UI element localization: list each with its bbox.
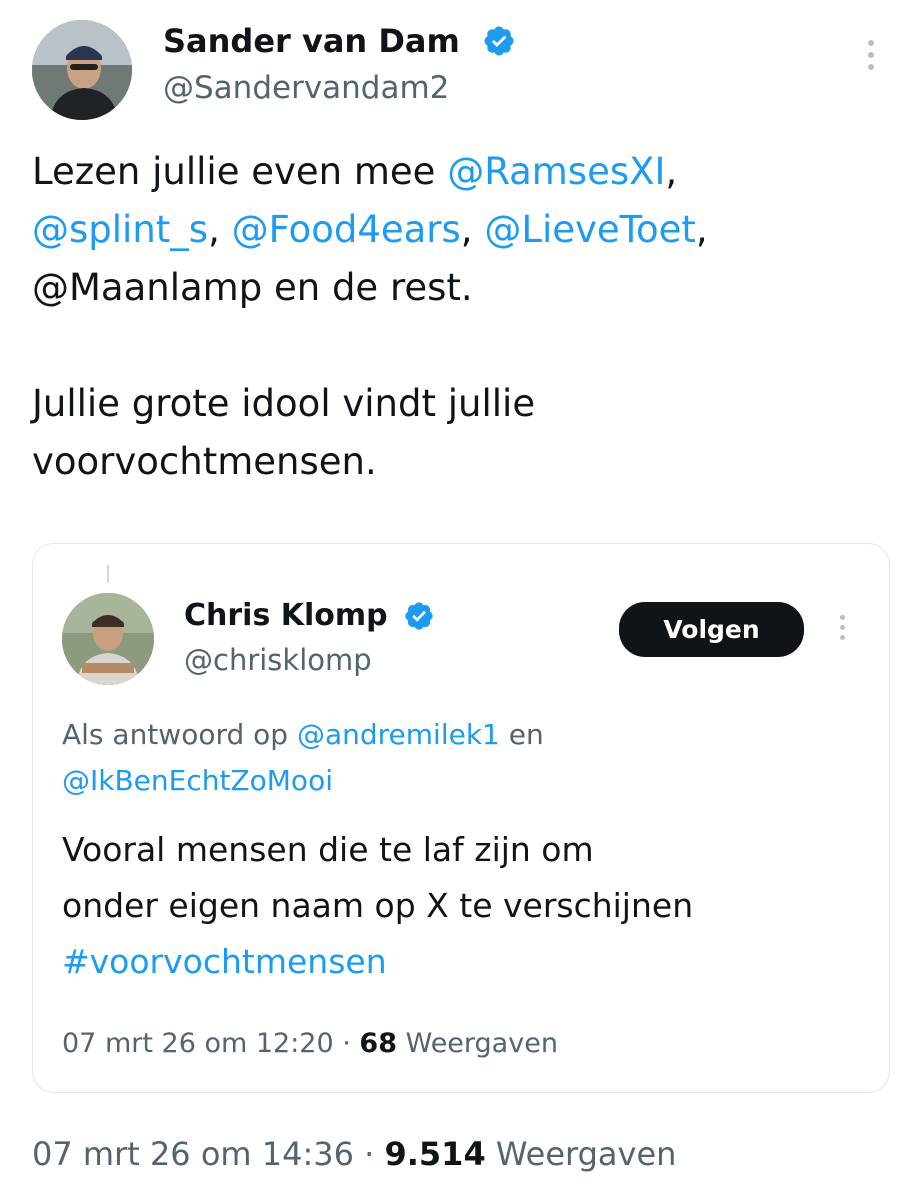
- quoted-author-avatar[interactable]: [62, 593, 154, 685]
- avatar-photo: [62, 593, 154, 685]
- meta-separator: ·: [353, 1135, 385, 1173]
- reply-context-line-2: @IkBenEchtZoMooi: [62, 758, 862, 804]
- reply-and: en: [499, 718, 544, 751]
- tweet-text-segment: Lezen jullie even mee: [32, 150, 448, 193]
- quoted-tweet-text: Vooral mensen die te laf zijn om onder e…: [62, 822, 872, 990]
- quoted-author-name[interactable]: Chris Klomp: [184, 596, 388, 636]
- tweet-line-5: voorvochtmensen.: [32, 440, 377, 483]
- author-avatar[interactable]: [32, 20, 132, 120]
- author-handle[interactable]: @Sandervandam2: [163, 67, 449, 109]
- tweet-line-3: @Maanlamp en de rest.: [32, 266, 473, 309]
- tweet-text-segment: ,: [665, 150, 678, 193]
- mention-link[interactable]: @IkBenEchtZoMooi: [62, 764, 333, 797]
- mention-link[interactable]: @splint_s: [32, 208, 208, 251]
- author-name[interactable]: Sander van Dam: [163, 20, 460, 62]
- more-vertical-icon[interactable]: [836, 615, 848, 645]
- tweet-line-1: Lezen jullie even mee @RamsesXI,: [32, 143, 892, 201]
- quoted-tweet-meta: 07 mrt 26 om 12:20 · 68 Weergaven: [62, 1024, 558, 1064]
- hashtag-link[interactable]: #voorvochtmensen: [62, 934, 872, 990]
- reply-prefix: Als antwoord op: [62, 718, 297, 751]
- mention-link[interactable]: @andremilek1: [297, 718, 500, 751]
- reply-context-line-1: Als antwoord op @andremilek1 en: [62, 712, 862, 758]
- thread-connector-line: [107, 565, 109, 583]
- reply-context: Als antwoord op @andremilek1 en @IkBenEc…: [62, 712, 862, 804]
- tweet-views-count: 9.514: [384, 1135, 486, 1173]
- tweet-text-segment: ,: [695, 208, 708, 251]
- quoted-text-line-1: Vooral mensen die te laf zijn om: [62, 830, 594, 869]
- tweet-meta: 07 mrt 26 om 14:36 · 9.514 Weergaven: [32, 1131, 676, 1177]
- tweet-text-segment: ,: [460, 208, 485, 251]
- mention-link[interactable]: @RamsesXI: [447, 150, 665, 193]
- more-vertical-icon[interactable]: [864, 40, 878, 72]
- quoted-author-handle[interactable]: @chrisklomp: [184, 640, 372, 680]
- meta-separator: ·: [333, 1028, 360, 1059]
- quoted-text-line-2: onder eigen naam op X te verschijnen: [62, 886, 694, 925]
- quoted-views-count: 68: [359, 1028, 397, 1059]
- tweet-line-4: Jullie grote idool vindt jullie: [32, 382, 536, 425]
- tweet-views-label: Weergaven: [485, 1135, 677, 1173]
- tweet-text-segment: ,: [208, 208, 232, 251]
- quoted-views-label: Weergaven: [397, 1028, 558, 1059]
- tweet-timestamp[interactable]: 07 mrt 26 om 14:36: [32, 1135, 354, 1173]
- mention-link[interactable]: @Food4ears: [232, 208, 461, 251]
- avatar-photo: [32, 20, 132, 120]
- mention-link[interactable]: @LieveToet: [484, 208, 696, 251]
- tweet-line-2: @splint_s, @Food4ears, @LieveToet,: [32, 201, 892, 259]
- quoted-timestamp[interactable]: 07 mrt 26 om 12:20: [62, 1028, 334, 1059]
- tweet-text: Lezen jullie even mee @RamsesXI, @splint…: [32, 143, 892, 491]
- follow-button[interactable]: Volgen: [619, 602, 804, 657]
- verified-badge-icon: [482, 24, 516, 58]
- verified-badge-icon: [403, 600, 435, 632]
